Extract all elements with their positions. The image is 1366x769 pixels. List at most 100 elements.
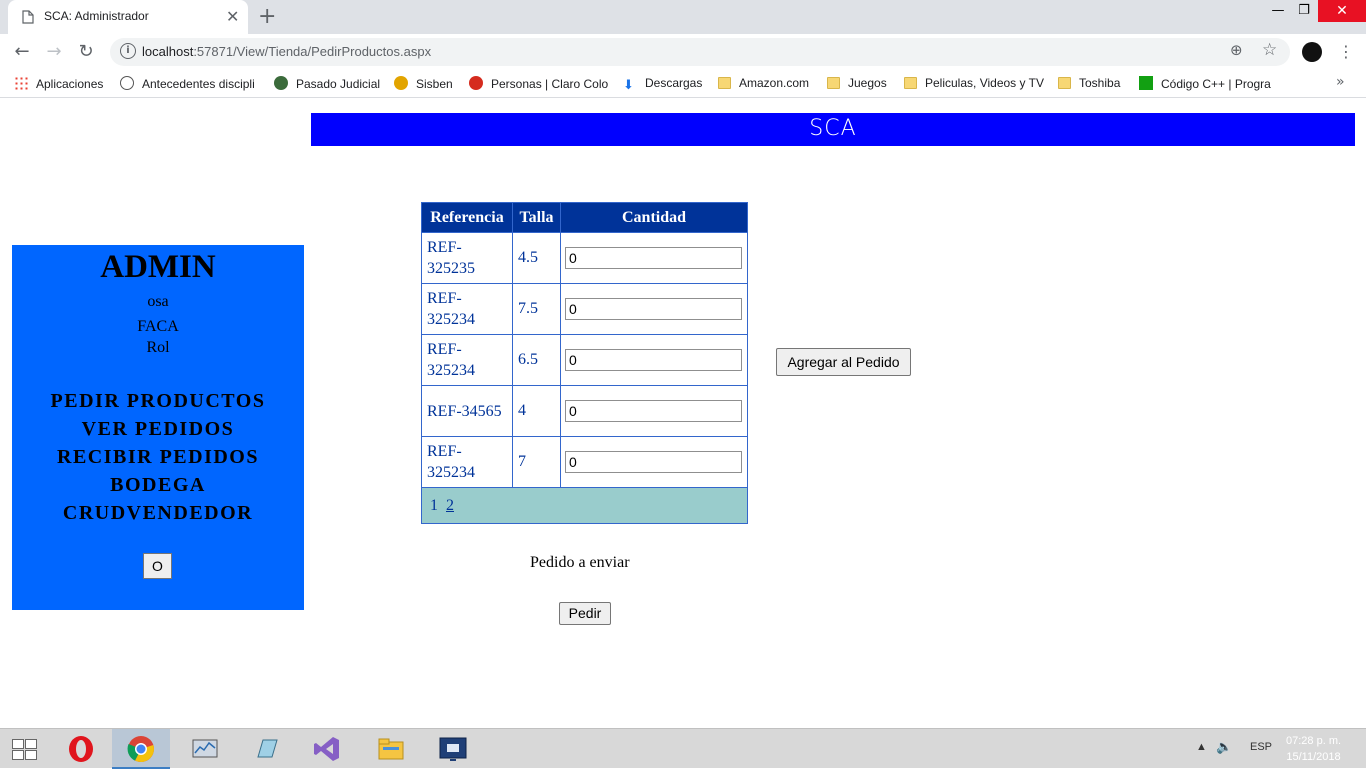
apps-grid-icon [14,76,28,90]
ref-cell: REF-34565 [421,385,513,437]
remote-app-icon [439,737,467,761]
bookmark-item[interactable]: Código C++ | Progra [1139,76,1271,91]
visual-studio-icon [314,737,339,761]
menu-bodega[interactable]: BODEGA [12,471,304,499]
cantidad-cell [560,283,748,335]
folder-icon [1058,77,1071,89]
add-to-order-button[interactable]: Agregar al Pedido [776,348,911,376]
role-title: ADMIN [100,249,216,285]
windows-logo-icon [12,739,38,761]
address-bar[interactable]: i localhost:57871/View/Tienda/PedirProdu… [110,38,1290,66]
bookmark-star-icon[interactable]: ☆ [1262,40,1277,60]
talla-cell: 7.5 [512,283,561,335]
taskbar-app-notes[interactable] [238,729,296,769]
table-row: REF-34565 4 [421,385,748,437]
menu-pedir-productos[interactable]: PEDIR PRODUCTOS [12,387,304,415]
bookmarks-bar: Aplicaciones Antecedentes discipli Pasad… [0,70,1366,98]
site-info-icon[interactable]: i [120,43,136,59]
taskbar-chrome[interactable] [112,729,170,769]
reload-icon[interactable]: ↻ [74,41,98,63]
products-table: Referencia Talla Cantidad REF-325235 4.5… [421,202,748,524]
column-header-referencia: Referencia [421,202,513,233]
column-header-talla: Talla [512,202,561,233]
volume-icon[interactable]: 🔈 [1216,739,1232,755]
cantidad-cell [560,334,748,386]
taskbar-app-monitor[interactable] [176,729,234,769]
procuraduria-icon [120,76,134,90]
ref-cell: REF-325234 [421,436,513,488]
taskbar-visual-studio[interactable] [298,729,356,769]
cantidad-input[interactable] [565,349,742,371]
bookmark-item[interactable]: ⬇ Descargas [623,76,702,92]
bookmark-item[interactable]: Peliculas, Videos y TV [904,76,1044,90]
talla-cell: 6.5 [512,334,561,386]
windows-taskbar: ▲ 🔈 ESP 07:28 p. m. 15/11/2018 [0,728,1366,769]
cantidad-cell [560,436,748,488]
bookmark-item[interactable]: Personas | Claro Colo [469,76,608,91]
talla-cell: 4.5 [512,232,561,284]
site-header: SCA [311,113,1355,146]
cantidad-cell [560,385,748,437]
file-explorer-icon [378,738,404,760]
window-close-icon[interactable]: ✕ [1318,0,1366,22]
folder-icon [718,77,731,89]
tray-expand-icon[interactable]: ▲ [1196,741,1207,753]
policia-icon [274,76,288,90]
submit-order-button[interactable]: Pedir [559,602,611,625]
logout-button[interactable]: O [143,553,172,579]
profile-avatar[interactable] [1302,42,1322,62]
column-header-cantidad: Cantidad [560,202,748,233]
clock-time: 07:28 p. m. [1286,735,1342,747]
more-bookmarks-icon[interactable]: » [1336,74,1345,90]
bookmark-item[interactable]: Aplicaciones [14,76,103,91]
bookmark-item[interactable]: Amazon.com [718,76,809,90]
url-text: localhost:57871/View/Tienda/PedirProduct… [142,44,432,59]
bookmark-item[interactable]: Juegos [827,76,887,90]
clock-date: 15/11/2018 [1286,751,1341,763]
ref-cell: REF-325235 [421,232,513,284]
menu-recibir-pedidos[interactable]: RECIBIR PEDIDOS [12,443,304,471]
system-clock[interactable]: 07:28 p. m. 15/11/2018 [1286,733,1341,765]
taskbar-file-explorer[interactable] [362,729,420,769]
claro-icon [469,76,483,90]
new-tab-icon[interactable]: + [258,4,276,29]
cantidad-input[interactable] [565,400,742,422]
table-header-row: Referencia Talla Cantidad [421,202,748,233]
resource-monitor-icon [192,739,218,758]
notepad-icon [257,739,278,758]
menu-crudvendedor[interactable]: CRUDVENDEDOR [12,499,304,527]
table-pager: 1 2 [421,487,748,524]
bookmark-item[interactable]: Sisben [394,76,453,91]
bookmark-item[interactable]: Antecedentes discipli [120,76,255,91]
menu-ver-pedidos[interactable]: VER PEDIDOS [12,415,304,443]
org-name: FACA [137,318,179,335]
page-icon [22,10,34,24]
pager-cell: 1 2 [421,487,748,524]
bookmark-item[interactable]: Toshiba [1058,76,1120,90]
taskbar-opera[interactable] [52,729,110,769]
table-row: REF-325235 4.5 [421,232,748,284]
pager-page-link[interactable]: 2 [446,497,454,514]
chrome-icon [127,736,154,763]
site-title: SCA [809,116,857,141]
bookmark-item[interactable]: Pasado Judicial [274,76,380,91]
page-content: SCA ADMIN osa FACA Rol PEDIR PRODUCTOS V… [0,99,1366,728]
taskbar-app-window[interactable] [424,729,482,769]
tab-close-icon[interactable]: ✕ [226,7,239,26]
back-icon[interactable]: ← [10,41,34,63]
zoom-icon[interactable]: ⊕ [1230,41,1243,59]
opera-icon [69,736,93,762]
browser-tab[interactable]: SCA: Administrador ✕ [8,0,248,34]
start-button[interactable] [0,729,50,769]
cantidad-input[interactable] [565,298,742,320]
forward-icon[interactable]: → [42,41,66,63]
cantidad-input[interactable] [565,451,742,473]
input-language[interactable]: ESP [1250,741,1272,753]
user-sidebar: ADMIN osa FACA Rol PEDIR PRODUCTOS VER P… [12,245,304,610]
browser-tab-strip: SCA: Administrador ✕ + — ❐ ✕ [0,0,1366,34]
code-icon [1139,76,1153,90]
table-row: REF-325234 7 [421,436,748,488]
pager-current-page: 1 [430,496,438,514]
cantidad-input[interactable] [565,247,742,269]
browser-menu-icon[interactable]: ⋮ [1338,42,1354,61]
